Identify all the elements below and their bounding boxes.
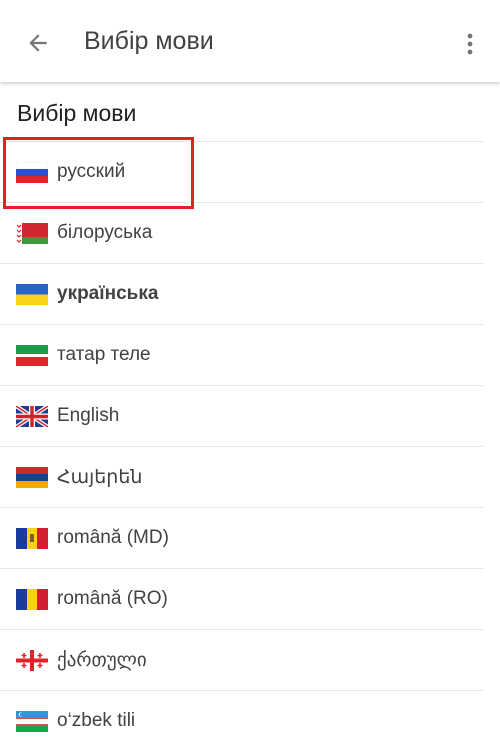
flag-uz-icon — [16, 710, 48, 732]
app-bar-title: Вибір мови — [84, 27, 214, 55]
language-label: білоруська — [57, 222, 153, 243]
arrow-back-icon — [29, 34, 47, 52]
overflow-menu-button[interactable] — [456, 26, 484, 62]
language-label: o‘zbek tili — [57, 710, 136, 731]
section-title: Вибір мови — [17, 100, 137, 126]
app-bar: Вибір мови — [0, 0, 500, 82]
more-vert-icon — [467, 33, 473, 55]
language-label: українська — [57, 283, 159, 304]
language-list: русский білоруська українська татар теле — [0, 141, 500, 748]
language-label: ქართული — [57, 649, 147, 671]
flag-ge-icon — [16, 649, 48, 671]
language-label: татар теле — [57, 344, 151, 365]
language-label: română (RO) — [57, 588, 168, 609]
flag-tatar-icon — [16, 344, 48, 366]
language-item-english[interactable]: English — [0, 385, 484, 446]
language-item-armenian[interactable]: Հայերեն — [0, 446, 484, 507]
language-item-georgian[interactable]: ქართული — [0, 629, 484, 690]
flag-uk-icon — [16, 405, 48, 427]
language-item-belarusian[interactable]: білоруська — [0, 202, 484, 263]
language-item-uzbek[interactable]: o‘zbek tili — [0, 690, 484, 748]
language-item-romanian-ro[interactable]: română (RO) — [0, 568, 484, 629]
language-label: Հայերեն — [57, 466, 143, 488]
language-item-romanian-md[interactable]: română (MD) — [0, 507, 484, 568]
language-item-russian[interactable]: русский — [0, 141, 484, 202]
language-item-tatar[interactable]: татар теле — [0, 324, 484, 385]
language-label: română (MD) — [57, 527, 169, 548]
language-label: English — [57, 405, 120, 426]
flag-by-icon — [16, 222, 48, 244]
back-button[interactable] — [20, 25, 56, 61]
flag-ua-icon — [16, 283, 48, 305]
flag-md-icon — [16, 527, 48, 549]
language-label: русский — [57, 161, 126, 182]
flag-ro-icon — [16, 588, 48, 610]
language-item-ukrainian[interactable]: українська — [0, 263, 484, 324]
flag-am-icon — [16, 466, 48, 488]
flag-ru-icon — [16, 161, 48, 183]
